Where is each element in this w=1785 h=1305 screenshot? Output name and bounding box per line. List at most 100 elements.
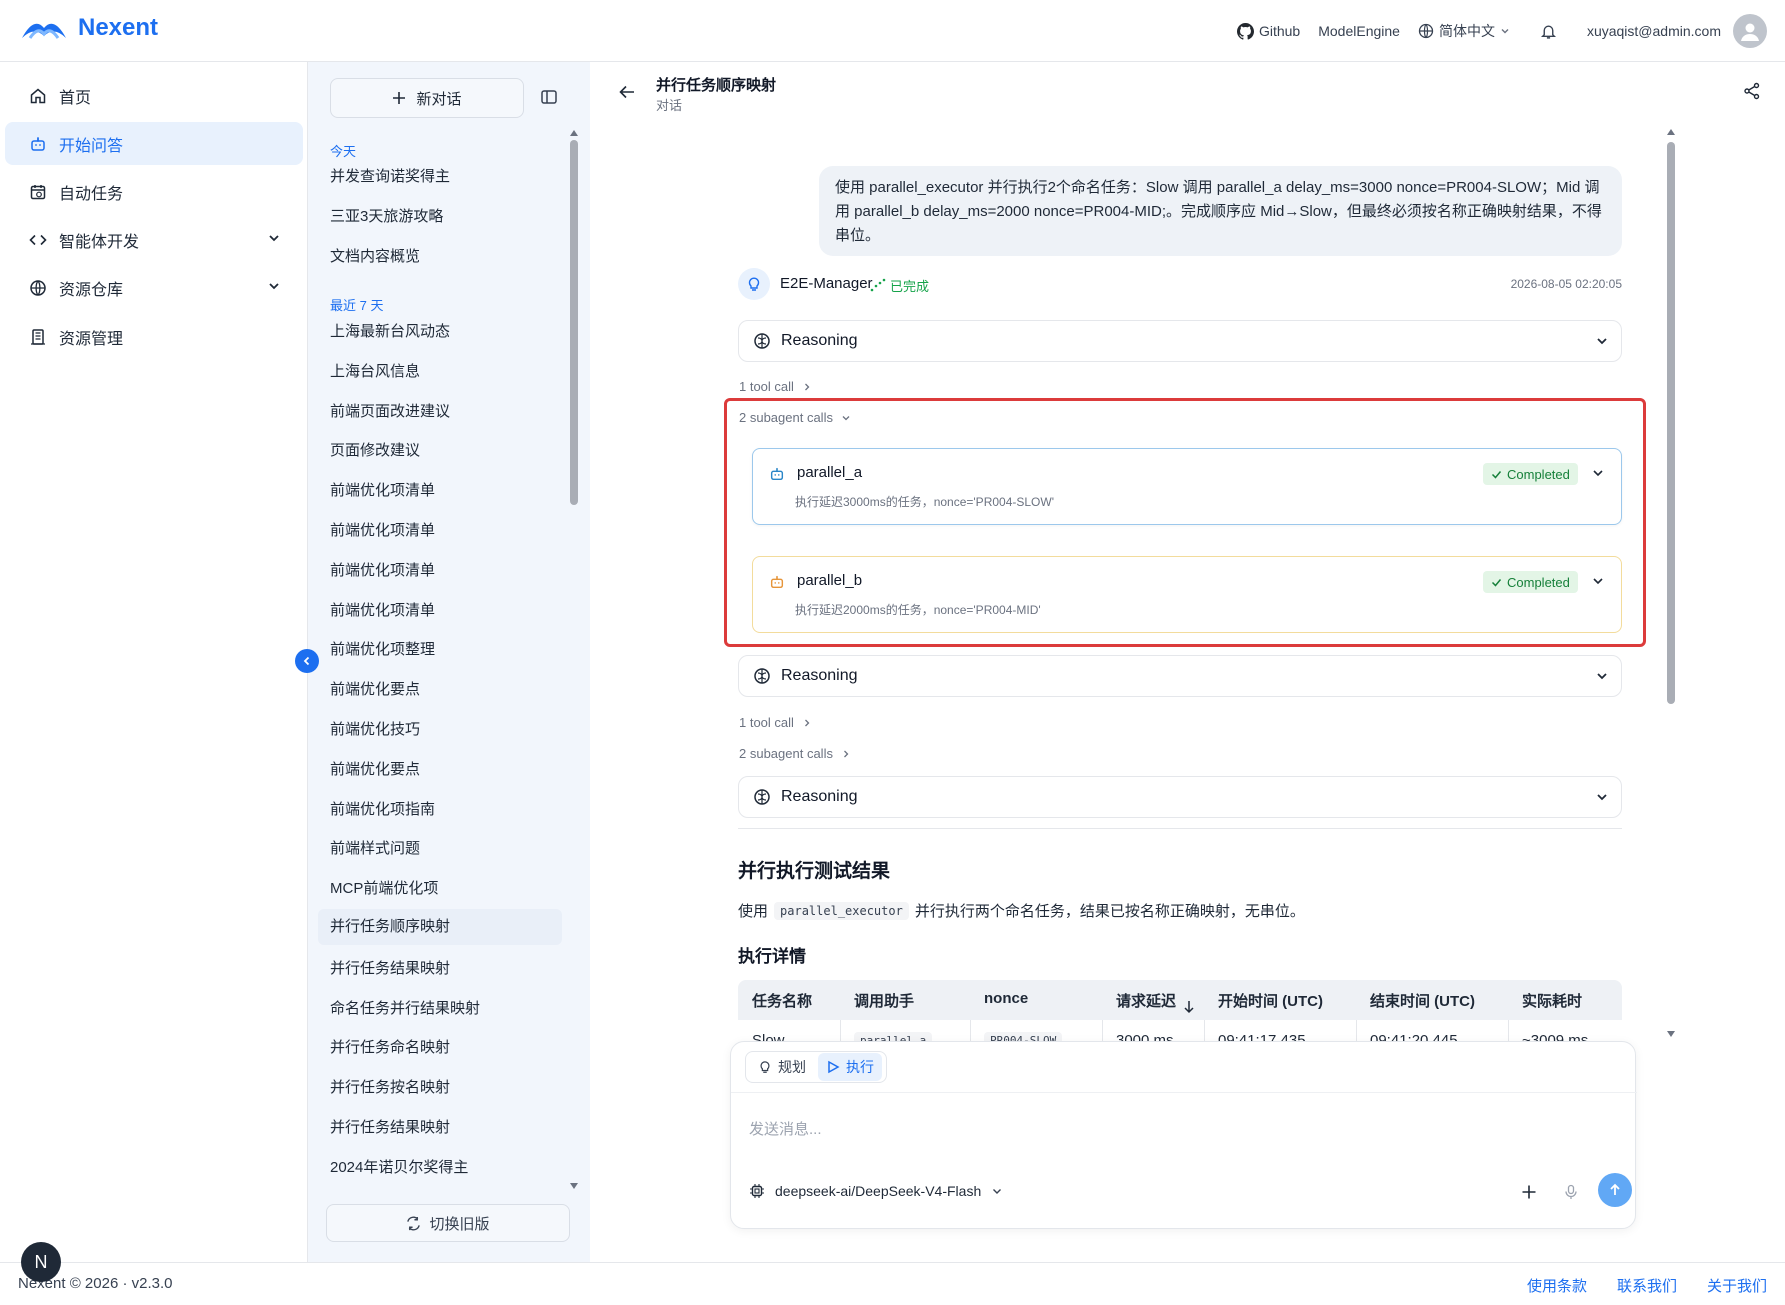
- scroll-down-icon[interactable]: [1667, 1030, 1675, 1038]
- chevron-right-icon: [804, 719, 810, 726]
- history-item[interactable]: 上海台风信息: [330, 360, 420, 381]
- code-icon: [29, 234, 47, 245]
- language-select[interactable]: 简体中文: [1418, 21, 1510, 41]
- history-item[interactable]: 前端页面改进建议: [330, 400, 450, 421]
- sidebar-item-agent-dev[interactable]: 智能体开发: [5, 218, 303, 261]
- tool-call-toggle[interactable]: 1 tool call: [739, 715, 812, 730]
- message-timestamp: 2026-08-05 02:20:05: [1510, 277, 1622, 291]
- scroll-down-icon[interactable]: [570, 1182, 578, 1190]
- history-item[interactable]: 前端优化项清单: [330, 599, 435, 620]
- history-item[interactable]: 并行任务按名映射: [330, 1076, 450, 1097]
- footer: Nexent © 2026 · v2.3.0 使用条款 联系我们 关于我们: [0, 1262, 1785, 1305]
- history-item[interactable]: 并发查询诺奖得主: [330, 165, 450, 186]
- history-item[interactable]: 页面修改建议: [330, 439, 420, 460]
- history-item[interactable]: 前端优化要点: [330, 678, 420, 699]
- agent-avatar: [738, 268, 770, 300]
- history-item[interactable]: 并行任务顺序映射: [318, 909, 562, 945]
- sidebar-item-chat[interactable]: 开始问答: [5, 122, 303, 165]
- history-item[interactable]: 上海最新台风动态: [330, 320, 450, 341]
- subagent-name: parallel_b: [797, 572, 863, 589]
- subagent-description: 执行延迟2000ms的任务，nonce='PR004-MID': [795, 603, 1041, 617]
- model-select[interactable]: deepseek-ai/DeepSeek-V4-Flash: [749, 1183, 1003, 1199]
- table-header-cell: nonce: [984, 990, 1029, 1007]
- history-item[interactable]: 并行任务命名映射: [330, 1036, 450, 1057]
- microphone-icon[interactable]: [1563, 1184, 1579, 1200]
- logo-icon: [22, 23, 66, 39]
- sidebar-item-label: 开始问答: [59, 137, 124, 155]
- chevron-down-icon[interactable]: [1591, 466, 1605, 480]
- logo[interactable]: Nexent: [20, 14, 158, 42]
- sidebar-item-tasks[interactable]: 自动任务: [5, 170, 303, 213]
- chevron-down-icon[interactable]: [1591, 574, 1605, 588]
- result-text-post: 并行执行两个命名任务，结果已按名称正确映射，无串位。: [914, 903, 1305, 920]
- message-input[interactable]: 发送消息...: [749, 1118, 822, 1139]
- history-item[interactable]: 文档内容概览: [330, 245, 420, 266]
- about-link[interactable]: 关于我们: [1707, 1275, 1767, 1296]
- history-item[interactable]: 前端优化项清单: [330, 479, 435, 500]
- sidebar-item-resource-repo[interactable]: 资源仓库: [5, 266, 303, 309]
- tool-call-toggle[interactable]: 1 tool call: [739, 379, 812, 394]
- brand-name: Nexent: [78, 14, 159, 41]
- table-header-cell[interactable]: 请求延迟: [1116, 990, 1176, 1011]
- subagent-calls-toggle[interactable]: 2 subagent calls: [739, 410, 851, 425]
- sidebar-item-home[interactable]: 首页: [5, 74, 303, 117]
- history-item[interactable]: 三亚3天旅游攻略: [330, 205, 443, 226]
- contact-link[interactable]: 联系我们: [1617, 1275, 1677, 1296]
- home-icon: [30, 88, 46, 103]
- history-item[interactable]: 2024年诺贝尔奖得主: [330, 1156, 468, 1177]
- switch-old-version-button[interactable]: 切换旧版: [326, 1204, 570, 1242]
- mode-plan-button[interactable]: 规划: [750, 1053, 814, 1081]
- floating-badge[interactable]: N: [21, 1242, 61, 1282]
- subagent-calls-toggle[interactable]: 2 subagent calls: [739, 746, 851, 761]
- user-email-label: xuyaqist@admin.com: [1586, 23, 1721, 39]
- share-icon[interactable]: [1743, 82, 1761, 100]
- history-item[interactable]: 前端优化技巧: [330, 718, 420, 739]
- new-chat-button[interactable]: 新对话: [330, 78, 524, 118]
- user-email[interactable]: xuyaqist@admin.com: [1587, 23, 1721, 39]
- attach-plus-icon[interactable]: [1521, 1184, 1537, 1200]
- table-header-cell: 实际耗时: [1522, 993, 1583, 1010]
- back-arrow-icon[interactable]: [618, 83, 636, 101]
- sidebar-toggle-icon[interactable]: [540, 88, 558, 106]
- chip-icon: [750, 1184, 764, 1198]
- history-item[interactable]: 前端优化项整理: [330, 638, 435, 659]
- history-item[interactable]: MCP前端优化项: [330, 877, 438, 898]
- sidebar-item-resource-mgmt[interactable]: 资源管理: [5, 315, 303, 358]
- history-item[interactable]: 前端优化项清单: [330, 519, 435, 540]
- chat-scrollbar[interactable]: [1667, 142, 1675, 704]
- table-header-cell: 结束时间 (UTC): [1370, 993, 1475, 1010]
- terms-link[interactable]: 使用条款: [1527, 1275, 1587, 1296]
- chevron-down-icon: [1501, 29, 1509, 34]
- notifications-button[interactable]: [1540, 23, 1557, 40]
- modelengine-link[interactable]: ModelEngine: [1318, 23, 1400, 39]
- agent-status: 已完成: [890, 279, 930, 294]
- reasoning-block[interactable]: Reasoning: [738, 776, 1622, 818]
- table-header-cell: 调用助手: [854, 993, 915, 1010]
- tool-call-label: 1 tool call: [739, 379, 794, 394]
- reasoning-block[interactable]: Reasoning: [738, 320, 1622, 362]
- history-scrollbar[interactable]: [570, 140, 578, 505]
- sort-arrow-icon[interactable]: [1183, 1000, 1195, 1014]
- avatar[interactable]: [1733, 14, 1767, 48]
- history-item[interactable]: 前端优化项指南: [330, 798, 435, 819]
- history-item[interactable]: 前端优化要点: [330, 758, 420, 779]
- history-item[interactable]: 并行任务结果映射: [330, 957, 450, 978]
- history-item[interactable]: 前端样式问题: [330, 837, 420, 858]
- user-icon: [1741, 23, 1759, 41]
- status-label: Completed: [1507, 574, 1570, 590]
- history-item[interactable]: 命名任务并行结果映射: [330, 997, 480, 1018]
- history-item[interactable]: 前端优化项清单: [330, 559, 435, 580]
- collapse-sidebar-button[interactable]: [295, 649, 319, 673]
- scroll-up-icon[interactable]: [570, 129, 578, 137]
- subagent-card-parallel-b[interactable]: parallel_b 执行延迟2000ms的任务，nonce='PR004-MI…: [752, 556, 1622, 633]
- mode-exec-button[interactable]: 执行: [818, 1053, 882, 1081]
- reasoning-block[interactable]: Reasoning: [738, 655, 1622, 697]
- history-item[interactable]: 并行任务结果映射: [330, 1116, 450, 1137]
- switch-old-label: 切换旧版: [429, 1215, 490, 1233]
- reasoning-label: Reasoning: [781, 667, 858, 684]
- send-button[interactable]: [1598, 1173, 1632, 1207]
- subagent-card-parallel-a[interactable]: parallel_a 执行延迟3000ms的任务，nonce='PR004-SL…: [752, 448, 1622, 525]
- github-link[interactable]: Github: [1236, 22, 1300, 40]
- subagent-calls-label: 2 subagent calls: [739, 410, 833, 425]
- scroll-up-icon[interactable]: [1667, 128, 1675, 136]
